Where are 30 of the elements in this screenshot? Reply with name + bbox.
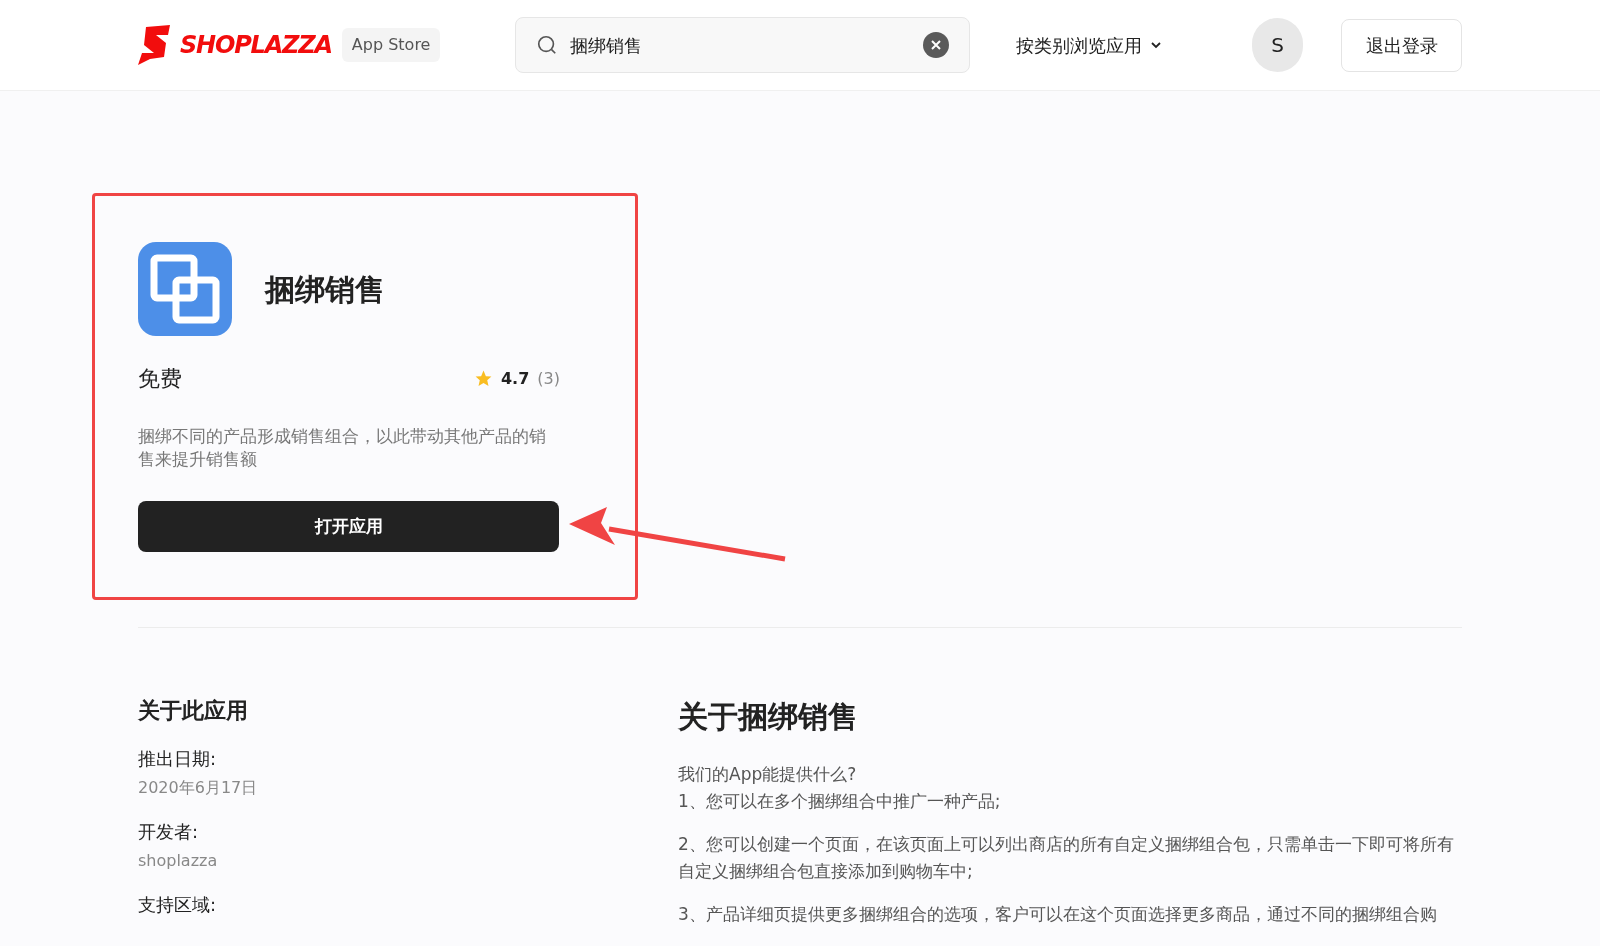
star-icon: [474, 369, 493, 388]
avatar[interactable]: S: [1251, 18, 1304, 72]
chevron-down-icon: [1149, 41, 1162, 49]
search-icon: [536, 34, 559, 56]
open-app-button[interactable]: 打开应用: [138, 501, 559, 552]
review-count: (3): [537, 367, 560, 390]
app-store-badge: App Store: [341, 28, 441, 62]
category-menu[interactable]: 按类别浏览应用: [1015, 31, 1162, 59]
app-description: 捆绑不同的产品形成销售组合，以此带动其他产品的销售来提升销售额: [138, 425, 547, 471]
description-text: 1、您可以在多个捆绑组合中推广一种产品;: [678, 790, 1002, 813]
app-icon: [138, 242, 232, 336]
description-text: 3、产品详细页提供更多捆绑组合的选项，客户可以在这个页面选择更多商品，通过不同的捆绑组合购: [678, 903, 1438, 926]
field-value: shoplazza: [138, 850, 219, 872]
description-text: 2、您可以创建一个页面，在该页面上可以列出商店的所有自定义捆绑组合包，只需单击一下即可将所有自定义捆绑组合包直接添加到购物车中;: [678, 833, 1455, 883]
field-label: 开发者:: [138, 820, 200, 844]
field-label: 支持区域:: [138, 893, 218, 917]
section-heading: 关于捆绑销售: [678, 698, 859, 736]
section-heading: 关于此应用: [138, 697, 249, 725]
search-bar[interactable]: 捆绑销售: [515, 17, 970, 73]
app-title: 捆绑销售: [265, 270, 385, 309]
logo-icon: [138, 25, 172, 65]
field-value: 2020年6月17日: [138, 777, 259, 799]
field-label: 推出日期:: [138, 747, 218, 771]
logout-button[interactable]: 退出登录: [1341, 18, 1462, 72]
price-label: 免费: [138, 365, 182, 393]
logo-wordmark: SHOPLAZZA: [180, 33, 332, 57]
description-text: 我们的App能提供什么?: [678, 763, 858, 786]
search-input[interactable]: 捆绑销售: [570, 31, 911, 59]
rating-value: 4.7: [501, 367, 530, 390]
clear-icon[interactable]: [922, 32, 949, 58]
